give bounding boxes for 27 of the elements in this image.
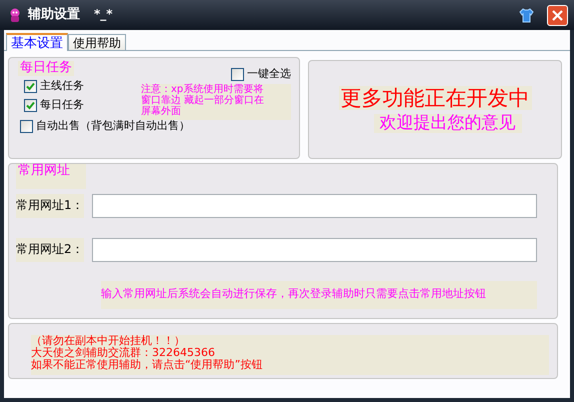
close-button[interactable]	[547, 4, 568, 26]
checkbox-label[interactable]: 每日任务	[40, 99, 84, 112]
checkbox[interactable]	[20, 120, 33, 133]
notice-text: （请勿在副本中开始挂机！！） 大天使之剑辅助交流群：322645366 如果不能正常使用辅助，请点击“使用帮助”按钮	[31, 335, 549, 375]
tab[interactable]: 使用帮助	[68, 34, 126, 50]
url-field[interactable]	[92, 238, 537, 262]
checkbox-label[interactable]: 自动出售（背包满时自动出售）	[36, 120, 190, 133]
shirt-icon[interactable]	[518, 6, 535, 24]
hint-text: 输入常用网址后系统会自动进行保存，再次登录辅助时只需要点击常用地址按钮	[101, 280, 537, 309]
checkbox[interactable]	[24, 80, 37, 93]
warning-note: 注意：xp系统使用时需要将 窗口靠边 藏起一部分窗口在 屏幕外面	[141, 84, 291, 120]
section-title: 常用网址	[16, 164, 86, 189]
window-title: 辅助设置	[28, 8, 80, 22]
section-title: 每日任务	[18, 61, 74, 76]
window-subtitle: *_*	[94, 8, 113, 22]
field-label: 常用网址2：	[16, 238, 84, 262]
promo-headline: 更多功能正在开发中	[338, 86, 532, 110]
checkbox-label[interactable]: 一键全选	[247, 68, 291, 81]
checkbox-label[interactable]: 主线任务	[40, 80, 84, 93]
checkbox[interactable]	[231, 68, 244, 81]
tab[interactable]: 基本设置	[6, 33, 68, 51]
close-icon[interactable]	[552, 10, 563, 20]
url-field[interactable]	[92, 194, 537, 218]
app-icon	[8, 7, 22, 23]
checkbox[interactable]	[24, 98, 37, 112]
field-label: 常用网址1：	[16, 194, 84, 218]
promo-subline: 欢迎提出您的意见	[374, 114, 522, 134]
